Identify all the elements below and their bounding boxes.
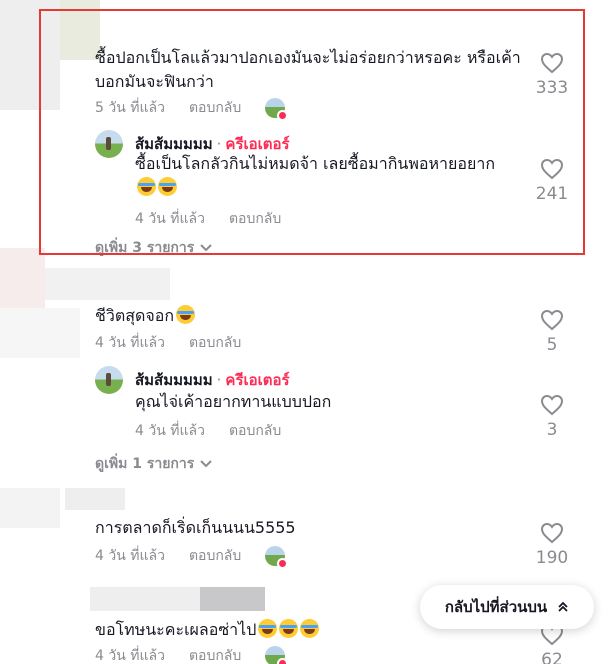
like-count: 3 [546,420,558,440]
view-more-replies[interactable]: ดูเพิ่ม 1 รายการ [95,453,212,475]
comment-text: ชีวิตสุดจอก [95,304,525,328]
heart-badge-icon [277,558,289,569]
back-to-top-button[interactable]: กลับไปที่ส่วนบน [420,585,594,629]
blurred-avatar [0,248,45,308]
creator-liked-avatar [265,646,289,664]
blurred-avatar [200,587,265,611]
avatar[interactable] [95,366,123,394]
laughing-emoji-icon [258,619,278,638]
laughing-emoji-icon [176,305,196,324]
separator-dot: · [216,371,222,389]
laughing-emoji-icon [279,619,299,638]
heart-badge-icon [277,658,289,664]
reply-button[interactable]: ตอบกลับ [229,420,281,442]
blurred-avatar [45,268,170,300]
like-button[interactable]: 62 [527,624,577,664]
reply-text: คุณไจ่เค้าอยากทานแบบปอก [135,392,332,411]
reply-button[interactable]: ตอบกลับ [189,645,241,664]
reply-button[interactable]: ตอบกลับ [189,332,241,354]
reply-author[interactable]: ส้มส้มมมมม · ครีเอเตอร์ [135,368,290,392]
comment-date: 4 วัน ที่แล้ว [95,648,165,664]
like-count: 62 [541,650,563,664]
blurred-avatar [0,488,60,528]
blurred-avatar [0,308,80,358]
double-chevron-up-icon [558,601,568,612]
blurred-avatar [65,488,125,510]
reply-button[interactable]: ตอบกลับ [189,545,241,567]
heart-icon [540,522,564,544]
heart-icon [540,394,564,416]
comment-text: การตลาดก็เริ่ดเก็นนนน5555 [95,518,296,537]
chevron-down-icon [200,460,212,468]
comment-date: 4 วัน ที่แล้ว [95,548,165,564]
like-count: 190 [535,548,569,568]
highlight-box [39,9,585,255]
like-button[interactable]: 3 [527,394,577,440]
reply-date: 4 วัน ที่แล้ว [135,423,205,439]
blurred-avatar [90,587,200,611]
creator-liked-avatar [265,546,289,569]
author-name: ส้มส้มมมมม [135,371,213,389]
like-count: 5 [546,335,558,355]
heart-icon [540,309,564,331]
like-button[interactable]: 190 [527,522,577,568]
comment-date: 4 วัน ที่แล้ว [95,335,165,351]
back-to-top-label: กลับไปที่ส่วนบน [444,598,548,616]
like-button[interactable]: 5 [527,309,577,355]
creator-badge: ครีเอเตอร์ [225,371,290,389]
laughing-emoji-icon [300,619,320,638]
